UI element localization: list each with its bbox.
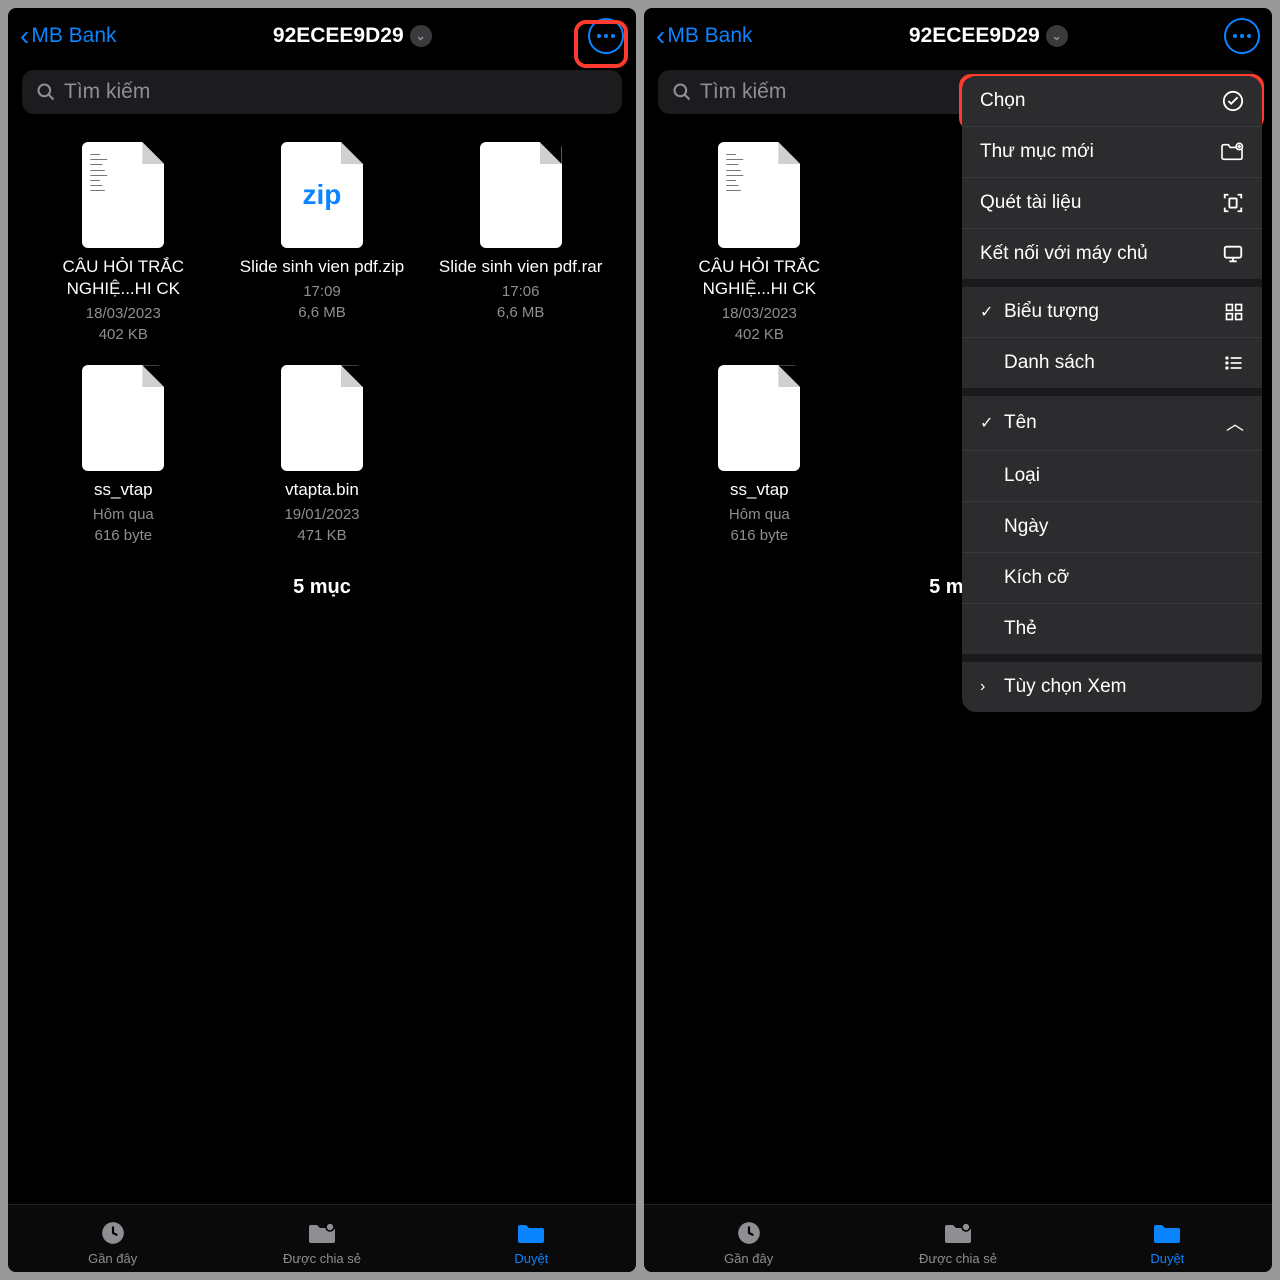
file-icon-doc: ━━━━━━━━━━━━━━━━━━━━━━━━━━━━━━━━━━━━━━━━… bbox=[82, 142, 164, 248]
back-label: MB Bank bbox=[31, 24, 116, 48]
back-button[interactable]: ‹ MB Bank bbox=[656, 20, 753, 52]
menu-item-sort-tag[interactable]: Thẻ bbox=[962, 604, 1262, 662]
chevron-down-icon: ⌄ bbox=[1046, 25, 1068, 47]
list-icon bbox=[1224, 353, 1244, 373]
more-icon bbox=[1233, 34, 1251, 38]
folder-shared-icon bbox=[307, 1219, 337, 1247]
menu-item-sort-date[interactable]: Ngày bbox=[962, 502, 1262, 553]
more-button[interactable] bbox=[1224, 18, 1260, 54]
menu-item-scan[interactable]: Quét tài liệu bbox=[962, 178, 1262, 229]
file-item[interactable]: ss_vtap Hôm qua 616 byte bbox=[664, 365, 855, 546]
tab-browse[interactable]: Duyệt bbox=[1063, 1213, 1272, 1272]
file-item[interactable]: vtapta.bin 19/01/2023 471 KB bbox=[227, 365, 418, 546]
chevron-left-icon: ‹ bbox=[20, 20, 29, 52]
file-item[interactable]: ━━━━━━━━━━━━━━━━━━━━━━━━━━━━━━━━━━━━━━━━… bbox=[664, 142, 855, 345]
menu-item-list-view[interactable]: Danh sách bbox=[962, 338, 1262, 396]
chevron-left-icon: ‹ bbox=[656, 20, 665, 52]
chevron-up-icon: ︿ bbox=[1226, 410, 1244, 436]
header: ‹ MB Bank 92ECEE9D29 ⌄ bbox=[8, 8, 636, 64]
file-item[interactable]: ss_vtap Hôm qua 616 byte bbox=[28, 365, 219, 546]
chevron-down-icon: ⌄ bbox=[410, 25, 432, 47]
menu-item-sort-type[interactable]: Loại bbox=[962, 451, 1262, 502]
check-icon: ✓ bbox=[980, 413, 994, 433]
clock-icon bbox=[736, 1219, 762, 1247]
phone-right: ‹ MB Bank 92ECEE9D29 ⌄ Tìm kiếm ━━━━━━━━… bbox=[644, 8, 1272, 1272]
more-icon bbox=[597, 34, 615, 38]
search-icon bbox=[672, 82, 692, 102]
menu-item-select[interactable]: Chọn bbox=[962, 76, 1262, 127]
files-grid: ━━━━━━━━━━━━━━━━━━━━━━━━━━━━━━━━━━━━━━━━… bbox=[8, 128, 636, 560]
more-button[interactable] bbox=[588, 18, 624, 54]
clock-icon bbox=[100, 1219, 126, 1247]
phone-left: ‹ MB Bank 92ECEE9D29 ⌄ Tìm kiếm ━━━━━━━━… bbox=[8, 8, 636, 1272]
back-label: MB Bank bbox=[667, 24, 752, 48]
folder-shared-icon bbox=[943, 1219, 973, 1247]
menu-item-icons-view[interactable]: ✓ Biểu tượng bbox=[962, 287, 1262, 338]
file-icon-generic bbox=[480, 142, 562, 248]
file-icon-generic bbox=[281, 365, 363, 471]
file-item[interactable]: ━━━━━━━━━━━━━━━━━━━━━━━━━━━━━━━━━━━━━━━━… bbox=[28, 142, 219, 345]
file-icon-generic bbox=[82, 365, 164, 471]
search-icon bbox=[36, 82, 56, 102]
item-count: 5 mục bbox=[8, 560, 636, 615]
file-icon-generic bbox=[718, 365, 800, 471]
page-title[interactable]: 92ECEE9D29 ⌄ bbox=[117, 24, 588, 48]
menu-item-new-folder[interactable]: Thư mục mới bbox=[962, 127, 1262, 178]
menu-item-view-options[interactable]: › Tùy chọn Xem bbox=[962, 662, 1262, 712]
tab-browse[interactable]: Duyệt bbox=[427, 1213, 636, 1272]
server-icon bbox=[1222, 243, 1244, 265]
tab-shared[interactable]: Được chia sẻ bbox=[853, 1213, 1062, 1272]
search-input[interactable]: Tìm kiếm bbox=[22, 70, 622, 114]
folder-plus-icon bbox=[1220, 142, 1244, 162]
header: ‹ MB Bank 92ECEE9D29 ⌄ bbox=[644, 8, 1272, 64]
file-icon-zip: zip bbox=[281, 142, 363, 248]
scan-icon bbox=[1222, 192, 1244, 214]
file-icon-doc: ━━━━━━━━━━━━━━━━━━━━━━━━━━━━━━━━━━━━━━━━… bbox=[718, 142, 800, 248]
folder-icon bbox=[516, 1219, 546, 1247]
tab-recent[interactable]: Gần đây bbox=[8, 1213, 217, 1272]
page-title[interactable]: 92ECEE9D29 ⌄ bbox=[753, 24, 1224, 48]
tabbar: Gần đây Được chia sẻ Duyệt bbox=[644, 1204, 1272, 1272]
chevron-right-icon: › bbox=[980, 678, 994, 696]
tab-shared[interactable]: Được chia sẻ bbox=[217, 1213, 426, 1272]
file-item[interactable]: Slide sinh vien pdf.rar 17:06 6,6 MB bbox=[425, 142, 616, 345]
folder-icon bbox=[1152, 1219, 1182, 1247]
check-circle-icon bbox=[1222, 90, 1244, 112]
file-item[interactable]: zip Slide sinh vien pdf.zip 17:09 6,6 MB bbox=[227, 142, 418, 345]
grid-icon bbox=[1224, 302, 1244, 322]
tab-recent[interactable]: Gần đây bbox=[644, 1213, 853, 1272]
menu-item-sort-size[interactable]: Kích cỡ bbox=[962, 553, 1262, 604]
menu-item-connect[interactable]: Kết nối với máy chủ bbox=[962, 229, 1262, 287]
menu-item-sort-name[interactable]: ✓ Tên ︿ bbox=[962, 396, 1262, 451]
context-menu: Chọn Thư mục mới Quét tài liệu Kết nối v… bbox=[962, 76, 1262, 712]
tabbar: Gần đây Được chia sẻ Duyệt bbox=[8, 1204, 636, 1272]
check-icon: ✓ bbox=[980, 302, 994, 322]
back-button[interactable]: ‹ MB Bank bbox=[20, 20, 117, 52]
